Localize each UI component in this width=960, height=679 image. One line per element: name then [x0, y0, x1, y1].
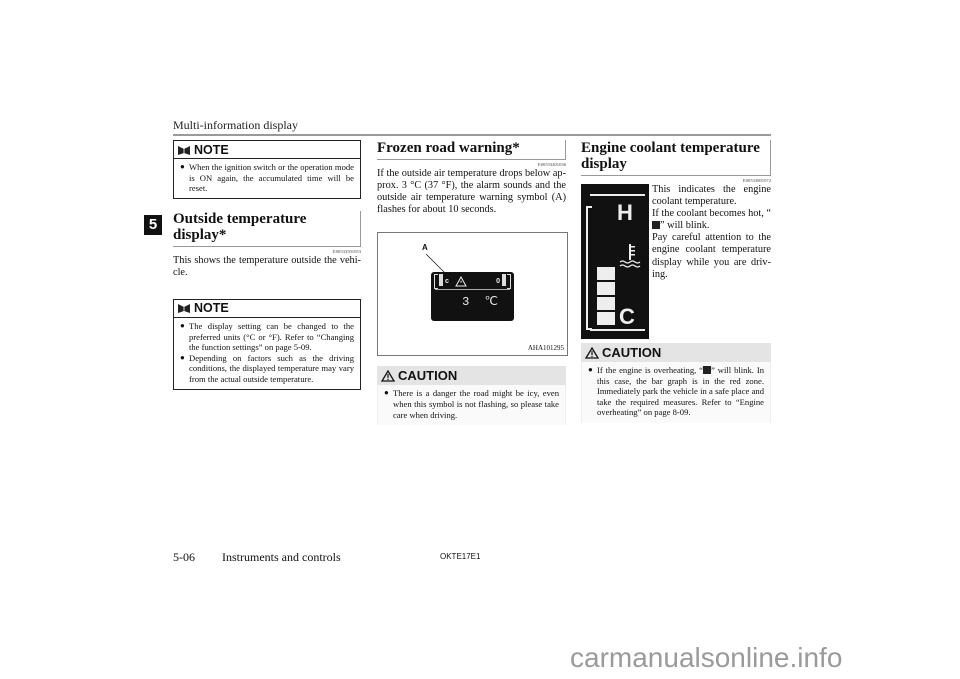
- section-body: If the outside air temperature drops bel…: [377, 168, 566, 216]
- caution-label: CAUTION: [602, 345, 662, 360]
- lcd-temperature: 3 ℃: [462, 295, 502, 310]
- page-number: 5-06: [173, 550, 195, 564]
- lcd-display: c * 0 3 ℃: [431, 272, 514, 322]
- note-label: NOTE: [194, 142, 229, 157]
- gauge-segment: [597, 282, 615, 295]
- caution-item: ● There is a danger the road might be icy…: [384, 388, 559, 420]
- lcd-right-label: 0: [496, 278, 500, 286]
- note-label: NOTE: [194, 301, 229, 316]
- column-2: Frozen road warning* E00533401036 If the…: [377, 140, 568, 426]
- caution-header: CAUTION: [377, 366, 566, 386]
- note-header: NOTE: [174, 141, 360, 159]
- gauge-low-label: C: [619, 304, 635, 329]
- warning-triangle-icon: [381, 369, 395, 382]
- watermark: carmanualsonline.info: [570, 642, 843, 673]
- note-box: NOTE ● When the ignition switch or the op…: [173, 140, 361, 199]
- gauge-segment: [597, 267, 615, 280]
- coolant-temp-icon: [619, 244, 641, 268]
- footer-code: OKTE17E1: [440, 552, 481, 561]
- column-1: NOTE ● When the ignition switch or the op…: [173, 140, 361, 398]
- column-3: Engine coolant temperature display E0053…: [581, 140, 771, 424]
- coolant-warning-icon: [652, 221, 660, 230]
- footer-title: Instruments and controls: [222, 550, 341, 564]
- section-title: Frozen road warning*: [377, 140, 566, 160]
- note-header: NOTE: [174, 300, 360, 318]
- gauge-segment: [597, 297, 615, 310]
- note-item: ● The display setting can be changed to t…: [180, 320, 354, 353]
- section-title: Engine coolant temperature display: [581, 140, 771, 176]
- caution-item: ● If the engine is overheating, “” will b…: [588, 365, 764, 418]
- figure-code: AHA101295: [527, 344, 564, 353]
- note-box: NOTE ● The display setting can be changed…: [173, 298, 361, 390]
- coolant-gauge: H C: [581, 184, 649, 339]
- running-head: Multi-information display: [173, 118, 298, 132]
- ice-warning-icon: *: [455, 276, 467, 287]
- note-item: ● Depending on factors such as the drivin…: [180, 352, 354, 384]
- note-item: ● When the ignition switch or the operati…: [180, 162, 354, 194]
- chapter-tab: 5: [144, 215, 162, 235]
- warning-triangle-icon: [585, 346, 599, 359]
- callout-label: A: [422, 243, 428, 253]
- note-icon: [178, 145, 190, 155]
- gauge-segment: [597, 312, 615, 325]
- section-body: This shows the temperature outside the v…: [173, 254, 361, 278]
- frozen-road-figure: A c * 0 3 ℃ AHA101295: [377, 232, 568, 357]
- section-title: Outside temperature display*: [173, 210, 361, 247]
- caution-box: CAUTION ● If the engine is overheating, “…: [581, 343, 771, 423]
- lcd-left-label: c: [445, 278, 449, 286]
- coolant-warning-icon: [703, 366, 712, 374]
- caution-label: CAUTION: [398, 368, 458, 384]
- note-icon: [178, 304, 190, 314]
- section-body: This indicates the engine coolant temper…: [652, 184, 771, 280]
- gauge-high-label: H: [617, 200, 633, 225]
- top-rule: [173, 134, 771, 136]
- caution-header: CAUTION: [581, 343, 771, 362]
- caution-box: CAUTION ● There is a danger the road migh…: [377, 366, 566, 426]
